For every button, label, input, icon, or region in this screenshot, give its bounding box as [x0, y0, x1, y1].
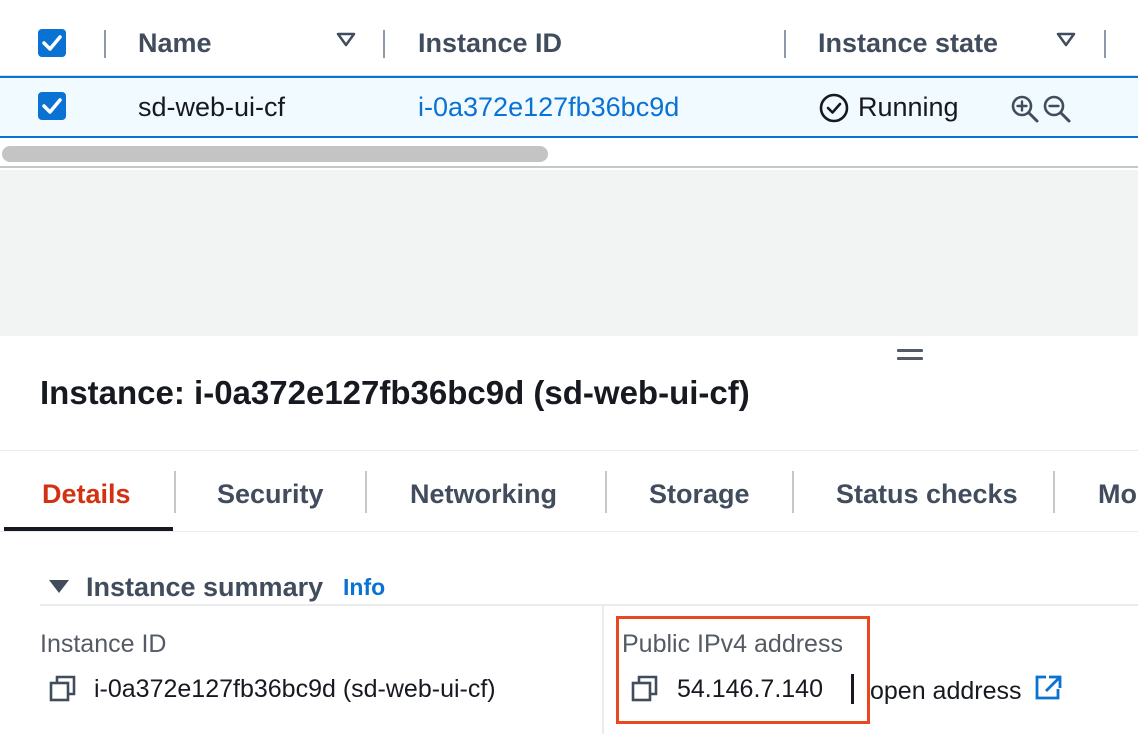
tab-divider: [365, 471, 367, 513]
tab-monitoring[interactable]: Mo: [1098, 479, 1137, 510]
zoom-out-icon[interactable]: [1042, 94, 1072, 124]
tab-divider: [605, 471, 607, 513]
table-header: Name Instance ID Instance state: [0, 0, 1138, 76]
copy-icon[interactable]: [630, 674, 660, 704]
caret-down-icon[interactable]: [48, 579, 70, 595]
check-circle-icon: [819, 93, 849, 123]
public-ipv4-value: 54.146.7.140: [677, 675, 823, 703]
column-divider[interactable]: [1104, 30, 1106, 58]
open-address-label[interactable]: open address: [870, 677, 1022, 705]
info-link[interactable]: Info: [343, 574, 385, 601]
active-tab-indicator: [4, 527, 173, 531]
caret-down-icon[interactable]: [1056, 32, 1076, 48]
column-divider[interactable]: [784, 30, 786, 58]
column-divider: [104, 30, 106, 58]
tab-networking[interactable]: Networking: [410, 479, 557, 510]
tab-security[interactable]: Security: [217, 479, 324, 510]
tab-divider: [1053, 471, 1055, 513]
horizontal-scrollbar[interactable]: [0, 140, 1138, 168]
details-panel-title: Instance: i-0a372e127fb36bc9d (sd-web-ui…: [40, 374, 750, 411]
column-header-instance-state[interactable]: Instance state: [818, 28, 998, 59]
instance-id-link[interactable]: i-0a372e127fb36bc9d: [418, 92, 679, 123]
public-ipv4-label: Public IPv4 address: [622, 630, 843, 658]
ec2-instances-page: Name Instance ID Instance state sd-web-u…: [0, 0, 1138, 734]
tab-storage[interactable]: Storage: [649, 479, 750, 510]
external-link-icon[interactable]: [1034, 675, 1062, 701]
scrollbar-thumb[interactable]: [2, 146, 548, 162]
column-separator: [602, 606, 604, 734]
table-empty-area: [0, 170, 1138, 336]
checkmark-icon: [42, 98, 62, 114]
column-header-instance-id[interactable]: Instance ID: [418, 28, 562, 59]
select-all-checkbox[interactable]: [38, 29, 66, 57]
instance-id-label: Instance ID: [40, 630, 167, 658]
table-row[interactable]: sd-web-ui-cf i-0a372e127fb36bc9d Running: [0, 76, 1138, 138]
copy-icon[interactable]: [48, 674, 78, 704]
tab-divider: [174, 471, 176, 513]
tab-details[interactable]: Details: [42, 479, 131, 510]
open-address-link[interactable]: open address: [870, 675, 1062, 706]
panel-resize-handle[interactable]: [897, 349, 923, 365]
divider: [40, 604, 1138, 606]
instance-state-cell: Running: [858, 92, 959, 122]
row-checkbox[interactable]: [38, 92, 66, 120]
zoom-in-icon[interactable]: [1010, 94, 1040, 124]
column-header-name[interactable]: Name: [138, 28, 212, 59]
details-tabs: Details Security Networking Storage Stat…: [0, 450, 1138, 532]
checkmark-icon: [42, 35, 62, 51]
caret-down-icon[interactable]: [336, 32, 356, 48]
tab-status-checks[interactable]: Status checks: [836, 479, 1018, 510]
column-divider[interactable]: [383, 30, 385, 58]
tab-divider: [792, 471, 794, 513]
instance-name-cell: sd-web-ui-cf: [138, 92, 286, 122]
instance-id-value: i-0a372e127fb36bc9d (sd-web-ui-cf): [94, 675, 496, 703]
text-cursor: [851, 674, 854, 704]
instance-summary-title[interactable]: Instance summary: [86, 572, 323, 603]
